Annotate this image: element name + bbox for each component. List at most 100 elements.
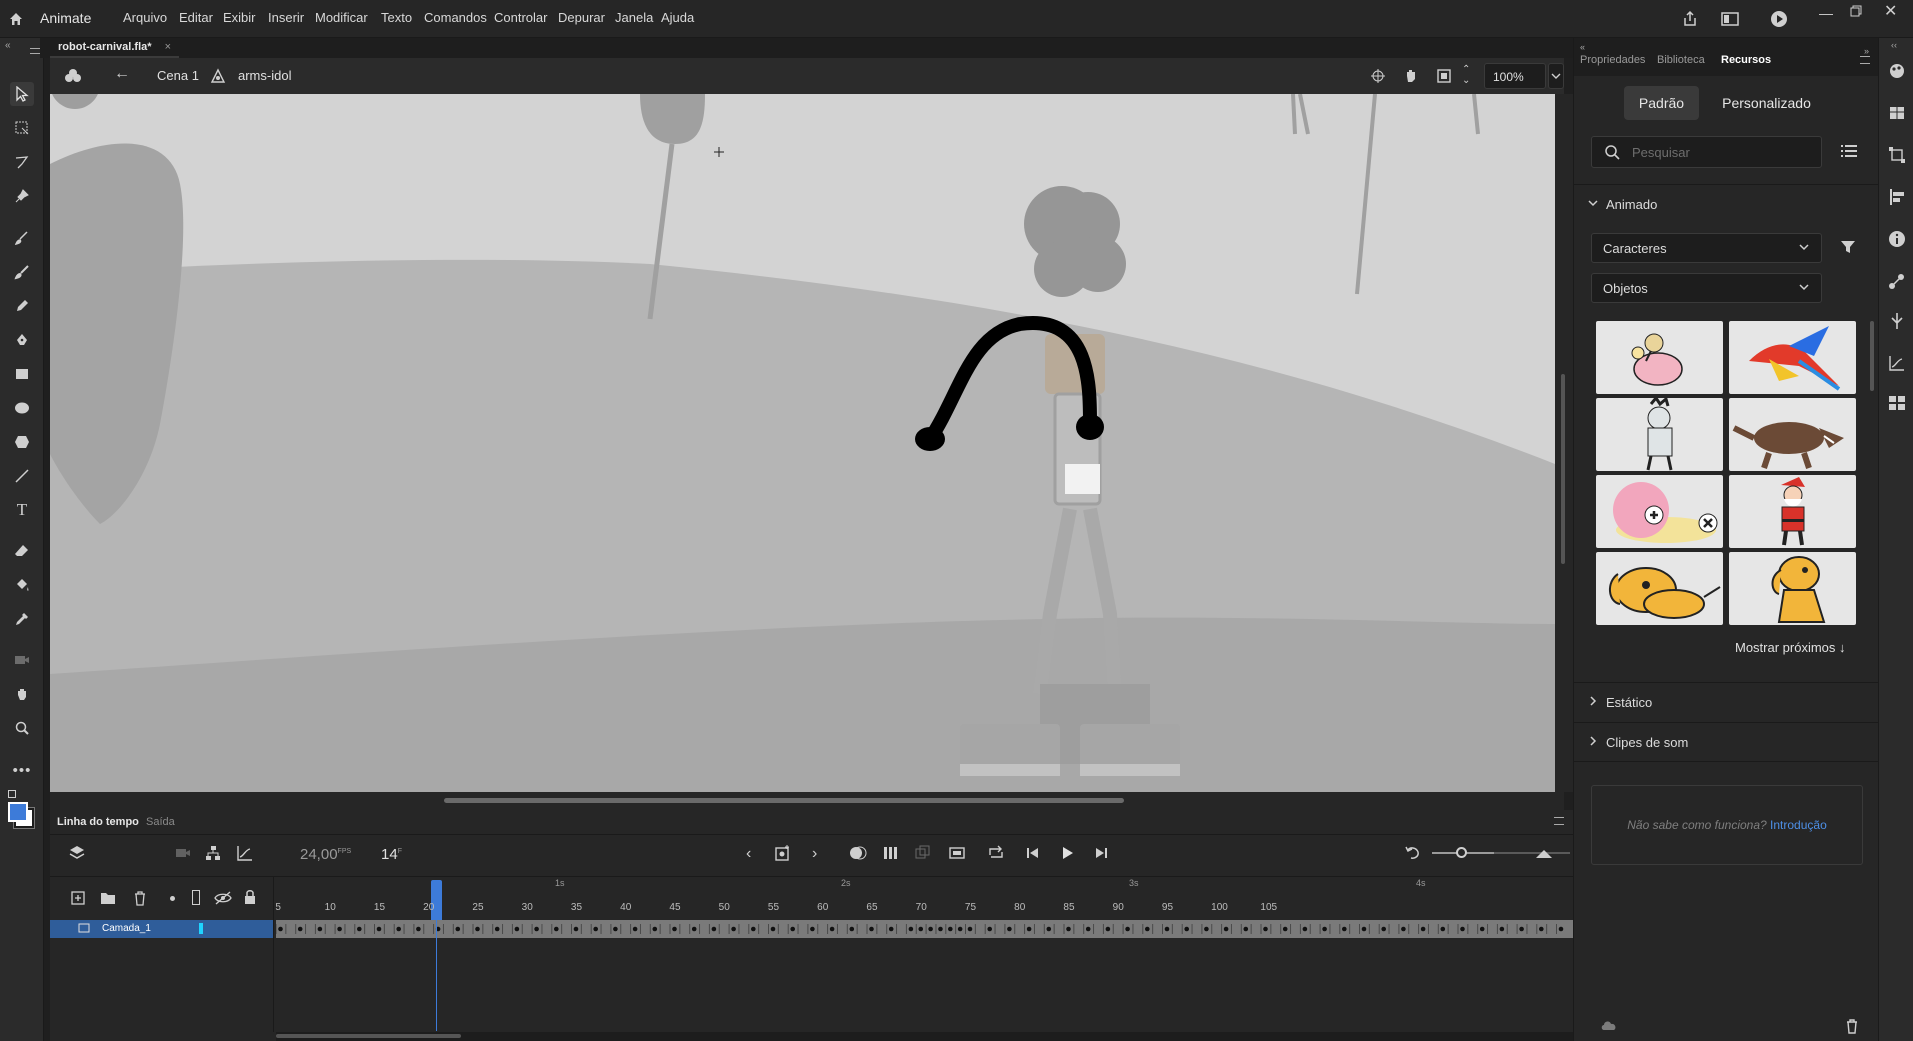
polystar-tool-icon[interactable] <box>10 430 34 454</box>
objects-dropdown[interactable]: Objetos <box>1591 273 1822 303</box>
keyframe[interactable] <box>1479 926 1485 932</box>
keyframe[interactable] <box>1125 926 1130 932</box>
keyframe[interactable] <box>1243 926 1249 932</box>
expand-strip-icon[interactable]: ‹‹ <box>1891 40 1897 50</box>
collapse-panel-icon[interactable]: « <box>1580 42 1585 52</box>
horizontal-scroll-thumb[interactable] <box>444 798 1124 803</box>
timeline-menu-icon[interactable] <box>1554 817 1564 825</box>
keyframe[interactable] <box>1558 926 1564 932</box>
layer-parenting-icon[interactable] <box>204 844 222 862</box>
custom-assets-button[interactable]: Personalizado <box>1709 86 1824 120</box>
delete-layer-icon[interactable] <box>132 890 148 906</box>
keyframe[interactable] <box>731 926 736 932</box>
stroke-color-swatch[interactable] <box>8 802 28 822</box>
fluid-brush-tool-icon[interactable] <box>10 226 34 250</box>
menu-ajuda[interactable]: Ajuda <box>661 10 694 25</box>
tab-library[interactable]: Biblioteca <box>1657 54 1705 66</box>
code-snippets-icon[interactable] <box>1888 394 1906 412</box>
keyframe[interactable] <box>1223 926 1229 932</box>
keyframe[interactable] <box>1105 926 1111 932</box>
keyframe[interactable] <box>829 926 835 932</box>
text-tool-icon[interactable]: T <box>10 498 34 522</box>
keyframe[interactable] <box>593 926 598 932</box>
keyframe[interactable] <box>1302 926 1308 932</box>
search-input[interactable]: Pesquisar <box>1632 145 1690 160</box>
zoom-stepper-icon[interactable]: ⌃ ⌄ <box>1462 64 1470 86</box>
keyframe[interactable] <box>888 926 894 932</box>
zoom-tool-icon[interactable] <box>10 716 34 740</box>
loop-icon[interactable] <box>987 844 1005 862</box>
tab-output[interactable]: Saída <box>146 816 175 828</box>
keyframe[interactable] <box>1145 926 1150 932</box>
toolbar-collapse[interactable]: « <box>0 38 40 58</box>
line-tool-icon[interactable] <box>10 464 34 488</box>
keyframe[interactable] <box>1026 926 1032 932</box>
keyframe[interactable] <box>1204 926 1209 932</box>
onion-skin-outline-icon[interactable] <box>882 844 900 862</box>
close-tab-icon[interactable]: × <box>165 41 171 53</box>
panel-menu-icon[interactable] <box>1860 56 1870 64</box>
keyframe[interactable] <box>1460 926 1465 932</box>
keyframe[interactable] <box>357 926 362 932</box>
keyframe[interactable] <box>672 926 677 932</box>
keyframe[interactable] <box>1361 926 1367 932</box>
expand-timeline-icon[interactable] <box>1534 844 1554 862</box>
menu-editar[interactable]: Editar <box>179 10 213 25</box>
keyframe[interactable] <box>278 926 283 932</box>
keyframe[interactable] <box>1007 926 1012 932</box>
asset-santa[interactable] <box>1729 475 1856 548</box>
test-movie-icon[interactable] <box>1770 10 1788 28</box>
keyframe[interactable] <box>376 926 382 932</box>
keyframes[interactable] <box>276 920 1573 938</box>
reset-zoom-icon[interactable] <box>1404 844 1422 862</box>
filter-icon[interactable] <box>1840 239 1856 255</box>
insert-keyframe-icon[interactable] <box>774 844 792 862</box>
keyframe[interactable] <box>1519 926 1524 932</box>
asset-parrot[interactable] <box>1729 321 1856 394</box>
keyframe[interactable] <box>652 926 658 932</box>
zoom-dropdown[interactable] <box>1548 63 1564 89</box>
keyframe[interactable] <box>1164 926 1170 932</box>
pin-tool-icon[interactable] <box>10 184 34 208</box>
keyframe[interactable] <box>573 926 579 932</box>
menu-texto[interactable]: Texto <box>381 10 412 25</box>
keyframe[interactable] <box>928 926 933 932</box>
stage-center-icon[interactable] <box>1370 68 1386 84</box>
play-icon[interactable] <box>1058 844 1076 862</box>
keyframe[interactable] <box>534 926 539 932</box>
characters-dropdown[interactable]: Caracteres <box>1591 233 1822 263</box>
lock-layers-icon[interactable] <box>243 889 257 905</box>
scene-icon[interactable] <box>64 67 82 85</box>
keyframe[interactable] <box>770 926 776 932</box>
camera-tool-icon[interactable] <box>10 648 34 672</box>
home-icon[interactable] <box>8 11 24 27</box>
keyframe[interactable] <box>1066 926 1071 932</box>
symbol-breadcrumb[interactable]: arms-idol <box>238 68 291 83</box>
share-icon[interactable] <box>1681 10 1699 28</box>
keyframe[interactable] <box>632 926 638 932</box>
keyframe[interactable] <box>396 926 401 932</box>
layer-color-marker[interactable] <box>199 923 203 934</box>
keyframe[interactable] <box>297 926 303 932</box>
keyframe[interactable] <box>1322 926 1327 932</box>
keyframe[interactable] <box>337 926 342 932</box>
fps-value[interactable]: 24,00 <box>300 846 338 863</box>
motion-presets-icon[interactable] <box>1888 272 1906 290</box>
stage-horizontal-scrollbar[interactable] <box>50 792 1564 810</box>
menu-arquivo[interactable]: Arquivo <box>123 10 167 25</box>
timeline-zoom-knob[interactable] <box>1456 847 1467 858</box>
keyframe[interactable] <box>1381 926 1386 932</box>
assets-scroll-thumb[interactable] <box>1870 321 1874 391</box>
keyframe[interactable] <box>554 926 559 932</box>
keyframe[interactable] <box>1420 926 1426 932</box>
keyframe[interactable] <box>475 926 480 932</box>
keyframe[interactable] <box>317 926 323 932</box>
hand-tool-icon[interactable] <box>10 682 34 706</box>
keyframe[interactable] <box>416 926 421 932</box>
asset-pig-rider[interactable] <box>1596 321 1723 394</box>
pen-tool-icon[interactable] <box>10 328 34 352</box>
section-sound-clips[interactable]: Clipes de som <box>1574 722 1879 762</box>
outline-layer-icon[interactable] <box>192 890 200 905</box>
keyframe[interactable] <box>908 926 914 932</box>
delete-asset-icon[interactable] <box>1844 1018 1860 1034</box>
